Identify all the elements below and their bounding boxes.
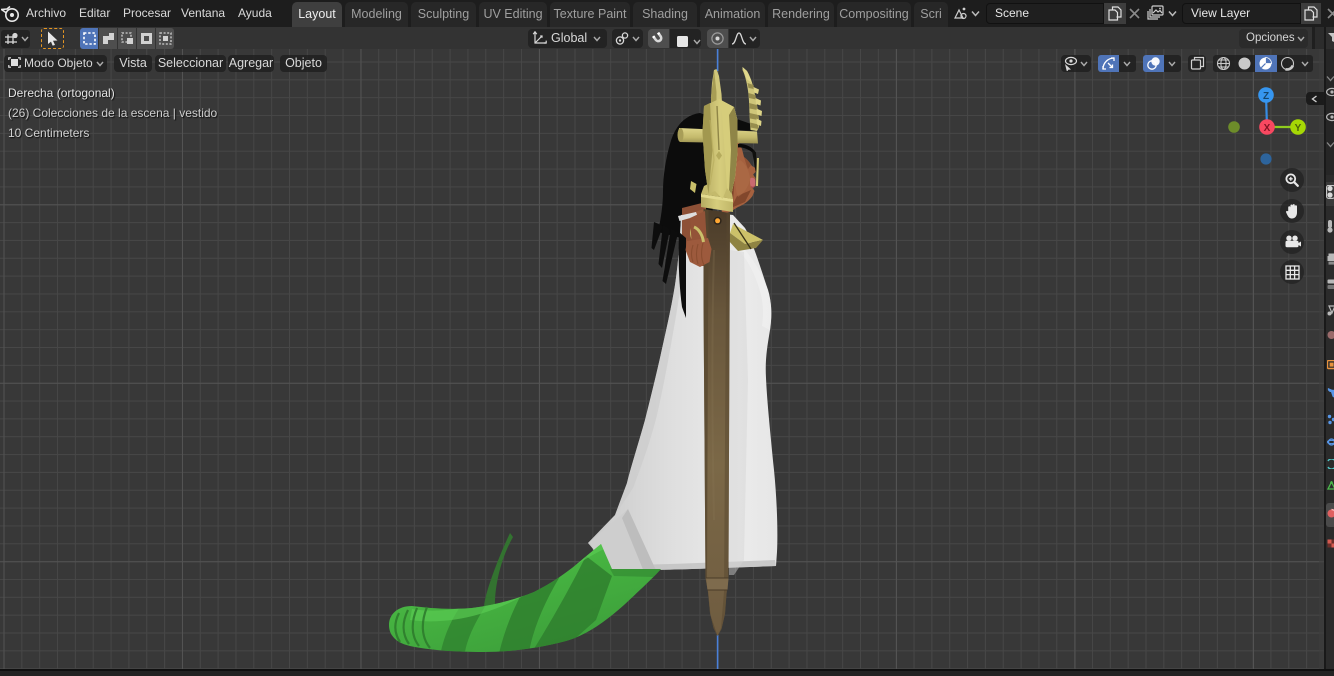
svg-text:Z: Z <box>1263 91 1269 102</box>
svg-text:Y: Y <box>1295 123 1302 134</box>
svg-text:X: X <box>1264 123 1271 134</box>
